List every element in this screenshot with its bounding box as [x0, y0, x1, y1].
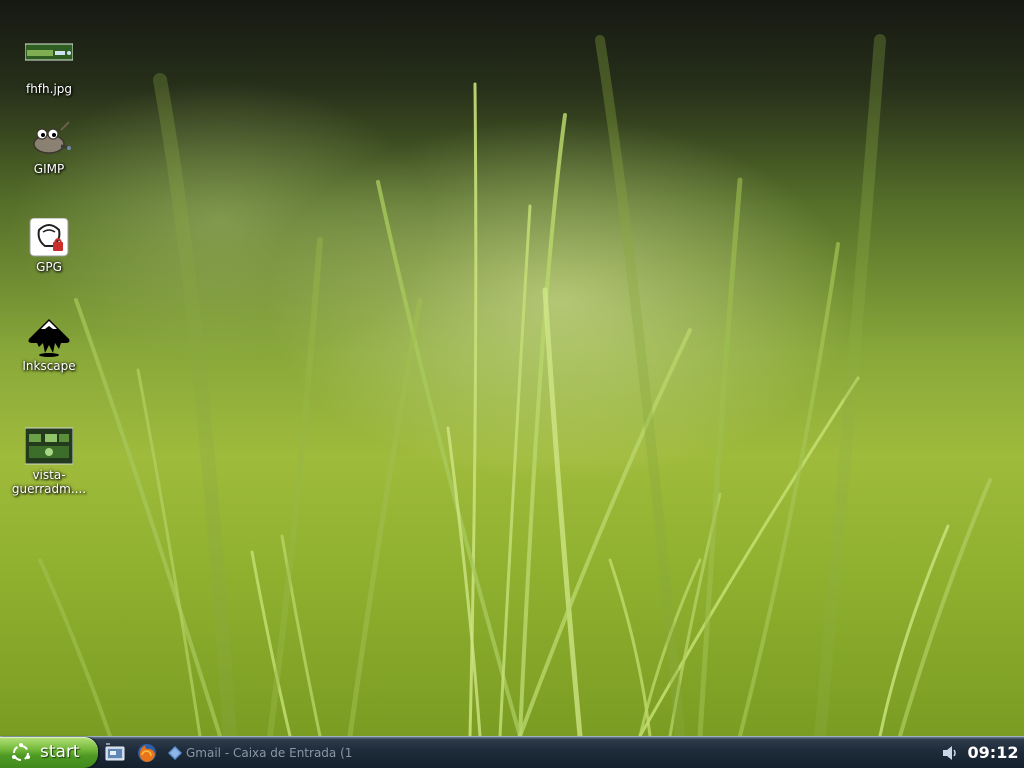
desktop-icon-label: vista- guerradm.... — [11, 468, 87, 496]
desktop-icon-gimp[interactable]: GIMP — [9, 120, 89, 176]
show-desktop-icon[interactable] — [104, 742, 126, 764]
firefox-icon[interactable] — [136, 742, 158, 764]
speaker-icon[interactable] — [940, 743, 960, 763]
desktop-icon-label: GPG — [36, 260, 62, 274]
image-thumbnail-icon — [25, 427, 73, 465]
desktop-icon-label: GIMP — [33, 162, 65, 176]
taskbar-task-gmail[interactable]: Gmail - Caixa de Entrada (1 — [164, 740, 364, 766]
desktop-icon-gpg[interactable]: GPG — [9, 218, 89, 274]
clock[interactable]: 09:12 — [966, 737, 1020, 768]
desktop-icon-label: fhfh.jpg — [25, 82, 73, 96]
desktop: fhfh.jpg GIMP GPG Inkscape vista- guerra… — [0, 0, 1024, 736]
wallpaper-grass — [38, 34, 992, 736]
desktop-icon-inkscape[interactable]: Inkscape — [9, 317, 89, 373]
gimp-icon — [33, 121, 72, 154]
gpg-icon — [29, 218, 69, 257]
taskbar: start Gmail - Caixa de Entrada (1 09:12 — [0, 736, 1024, 768]
task-label: Gmail - Caixa de Entrada (1 — [186, 746, 353, 760]
diamond-app-icon — [168, 746, 182, 760]
desktop-icon-fhfh-jpg[interactable]: fhfh.jpg — [9, 40, 89, 96]
desktop-icon-vista-guerradm[interactable]: vista- guerradm.... — [9, 426, 89, 496]
desktop-icon-label: Inkscape — [22, 359, 76, 373]
inkscape-icon — [28, 319, 70, 357]
image-thumbnail-icon — [25, 43, 73, 61]
start-logo-icon — [12, 743, 30, 761]
start-button[interactable]: start — [0, 737, 98, 768]
start-label: start — [40, 742, 80, 762]
